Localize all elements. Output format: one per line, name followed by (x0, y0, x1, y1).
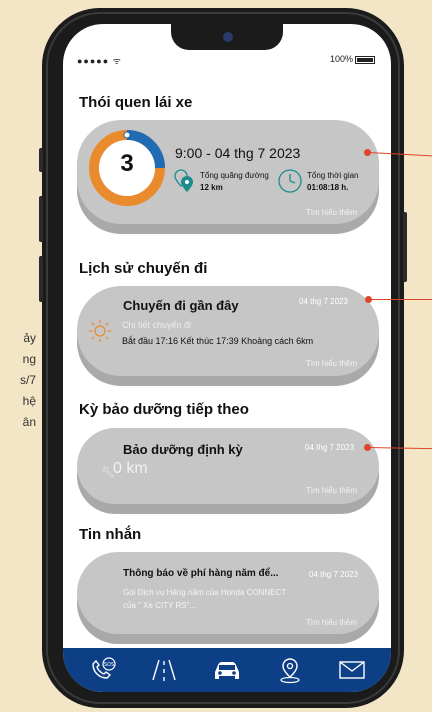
left-edge-text: ảy ng s/7 hệ ân (0, 328, 36, 433)
habit-datetime: 9:00 - 04 thg 7 2023 (175, 145, 301, 161)
distance-label: Tổng quãng đường (200, 171, 269, 180)
maintenance-card[interactable]: Bảo dưỡng định kỳ 04 thg 7 2023 🔧︎ 0 km … (77, 428, 379, 504)
maintenance-value: 0 km (113, 460, 148, 477)
trip-card-title: Chuyến đi gần đây (123, 298, 239, 313)
time-label: Tổng thời gian (307, 171, 359, 180)
trip-detail-label: Chi tiết chuyến đi (122, 320, 192, 330)
message-body-line1: Gói Dịch vụ Hàng năm của Honda CONNECT (123, 588, 287, 597)
trips-indicator-line (369, 299, 432, 300)
habits-section-title: Thói quen lái xe (79, 94, 193, 111)
left-text-line: s/7 (19, 373, 36, 387)
maintenance-card-title: Bảo dưỡng định kỳ (123, 442, 243, 457)
battery-indicator: 100% (330, 54, 375, 64)
sos-phone-icon[interactable]: SOS (87, 656, 117, 684)
left-text-line: ảy (23, 331, 36, 345)
car-icon[interactable] (212, 656, 242, 684)
location-pin-icon[interactable] (275, 656, 305, 684)
maintenance-section-title: Kỳ bảo dưỡng tiếp theo (79, 401, 249, 418)
trips-learn-more-link[interactable]: Tìm hiểu thêm (306, 359, 357, 368)
volume-down-button (39, 256, 43, 302)
time-value: 01:08:18 h. (307, 183, 349, 192)
messages-card[interactable]: Thông báo về phí hàng năm để... 04 thg 7… (77, 552, 379, 634)
left-text-line: ng (22, 352, 36, 366)
clock-icon (278, 169, 302, 193)
trip-detail: Bắt đầu 17:16 Kết thúc 17:39 Khoảng cách… (122, 336, 314, 346)
phone-screen: ●●●●● ᯤ 100% Thói quen lái xe 3 9:00 - 0… (63, 24, 391, 692)
signal-indicator: ●●●●● ᯤ (77, 56, 122, 66)
trips-card[interactable]: Chuyến đi gần đây 04 thg 7 2023 Chi tiết… (77, 286, 379, 376)
messages-section-title: Tin nhắn (79, 526, 142, 543)
power-button (403, 212, 407, 282)
mute-switch (39, 148, 43, 172)
maintenance-date: 04 thg 7 2023 (305, 443, 354, 452)
bottom-nav: SOS (63, 648, 391, 692)
left-text-line: hệ (22, 394, 36, 408)
battery-percent: 100% (329, 54, 353, 64)
habits-learn-more-link[interactable]: Tìm hiểu thêm (306, 208, 357, 217)
volume-up-button (39, 196, 43, 242)
battery-icon (355, 55, 375, 64)
habits-card[interactable]: 3 9:00 - 04 thg 7 2023 Tổng quãng đường … (77, 120, 379, 224)
mail-icon[interactable] (337, 656, 367, 684)
svg-text:SOS: SOS (104, 662, 114, 668)
trips-section-title: Lịch sử chuyến đi (79, 260, 208, 277)
trip-date: 04 thg 7 2023 (299, 297, 348, 306)
road-icon[interactable] (149, 656, 179, 684)
sun-icon (89, 320, 111, 342)
message-title: Thông báo về phí hàng năm để... (123, 568, 279, 579)
notch (171, 24, 283, 50)
maintenance-learn-more-link[interactable]: Tìm hiểu thêm (306, 486, 357, 495)
front-camera (223, 32, 233, 42)
status-bar: ●●●●● ᯤ 100% (77, 54, 375, 68)
distance-value: 12 km (200, 183, 223, 192)
route-pin-icon (174, 169, 193, 192)
message-date: 04 thg 7 2023 (309, 570, 358, 579)
message-body-line2: của " Xe CITY RS"... (123, 601, 197, 610)
left-text-line: ân (22, 415, 36, 429)
messages-learn-more-link[interactable]: Tìm hiểu thêm (306, 618, 357, 627)
habit-score: 3 (120, 150, 134, 177)
